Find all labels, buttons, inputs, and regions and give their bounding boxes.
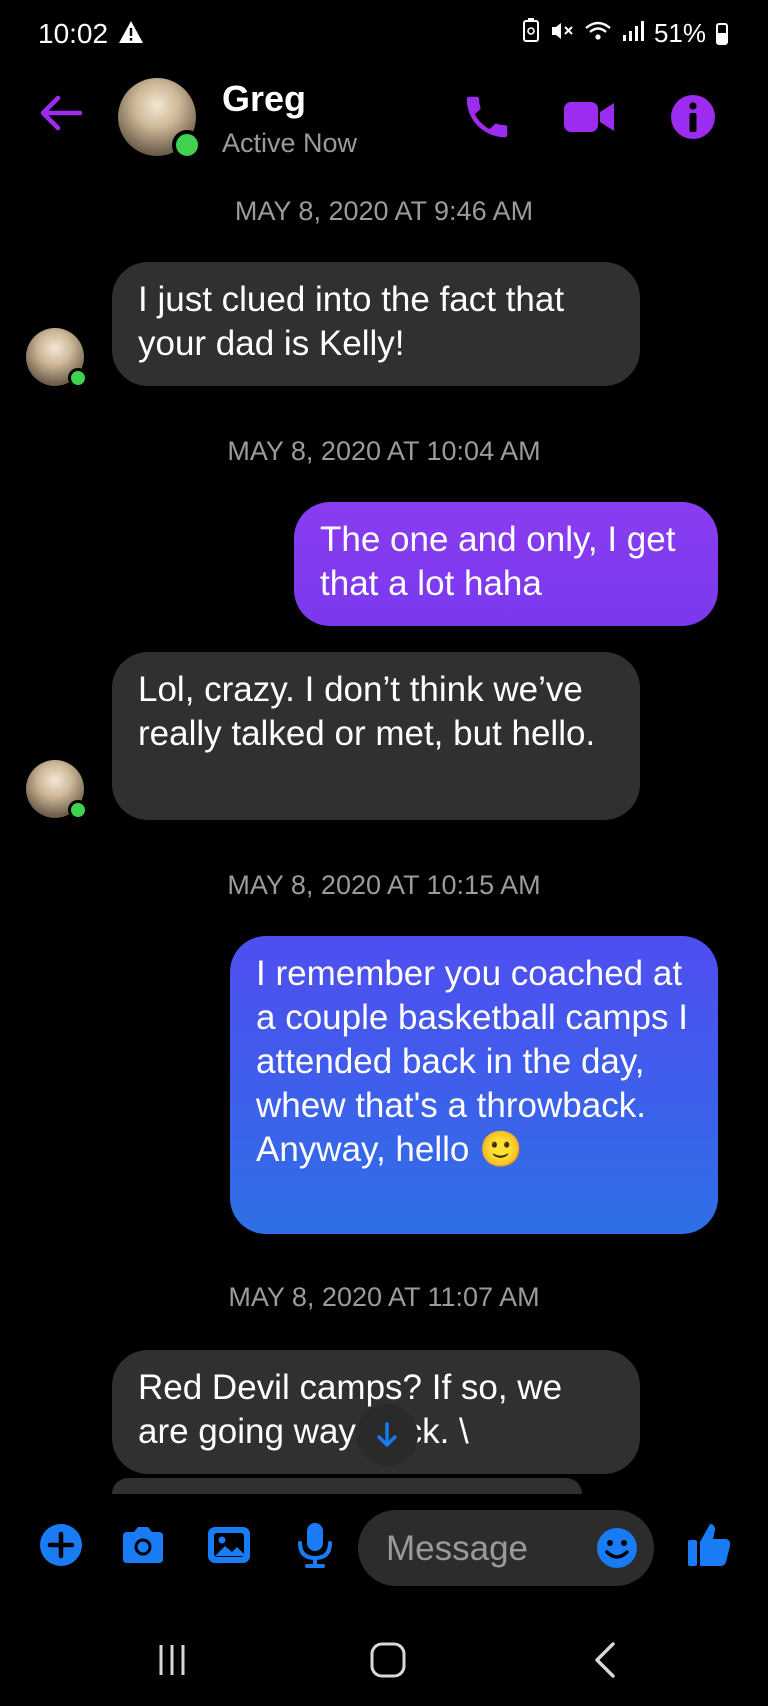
back-icon[interactable]: [576, 1630, 636, 1690]
contact-name[interactable]: Greg: [222, 78, 306, 120]
signal-icon: [622, 18, 644, 49]
arrow-down-icon: [377, 1422, 397, 1447]
scroll-down-button[interactable]: [356, 1404, 418, 1466]
outgoing-message[interactable]: I remember you coached at a couple baske…: [230, 936, 718, 1234]
contact-avatar[interactable]: [118, 78, 202, 160]
battery-percent: 51%: [653, 18, 706, 48]
timestamp: MAY 8, 2020 AT 9:46 AM: [234, 196, 534, 226]
home-icon[interactable]: [358, 1630, 418, 1690]
timestamp: MAY 8, 2020 AT 11:07 AM: [228, 1282, 540, 1312]
message-input-container: [358, 1510, 654, 1588]
online-indicator: [68, 368, 88, 388]
timestamp: MAY 8, 2020 AT 10:04 AM: [227, 436, 541, 466]
wifi-icon: [584, 18, 612, 49]
incoming-message[interactable]: I just clued into the fact that your dad…: [112, 262, 640, 386]
battery-icon: [716, 22, 728, 45]
message-input[interactable]: [384, 1510, 578, 1588]
online-indicator: [68, 800, 88, 820]
emoji-icon[interactable]: [594, 1525, 640, 1571]
contact-avatar-small: [26, 328, 88, 388]
gallery-icon[interactable]: [204, 1520, 254, 1570]
back-arrow-icon[interactable]: [36, 88, 86, 138]
online-indicator: [172, 130, 202, 160]
plus-icon[interactable]: [36, 1520, 86, 1570]
incoming-message[interactable]: Lol, crazy. I don’t think we’ve really t…: [112, 652, 640, 820]
active-status: Active Now: [222, 128, 358, 158]
outgoing-message[interactable]: The one and only, I get that a lot haha: [294, 502, 718, 626]
partial-message: [112, 1478, 582, 1494]
timestamp: MAY 8, 2020 AT 10:15 AM: [227, 870, 541, 900]
recents-icon[interactable]: [142, 1630, 202, 1690]
contact-avatar-small: [26, 760, 88, 820]
thumbs-up-icon[interactable]: [684, 1520, 734, 1570]
warning-icon: [118, 20, 144, 49]
status-icons: 51%: [522, 18, 728, 49]
phone-icon[interactable]: [460, 90, 514, 144]
video-camera-icon[interactable]: [562, 90, 616, 144]
camera-icon[interactable]: [118, 1520, 168, 1570]
battery-saver-icon: [522, 18, 540, 49]
status-time: 10:02: [38, 18, 109, 49]
info-icon[interactable]: [666, 90, 720, 144]
mute-icon: [550, 18, 574, 49]
microphone-icon[interactable]: [290, 1520, 340, 1570]
